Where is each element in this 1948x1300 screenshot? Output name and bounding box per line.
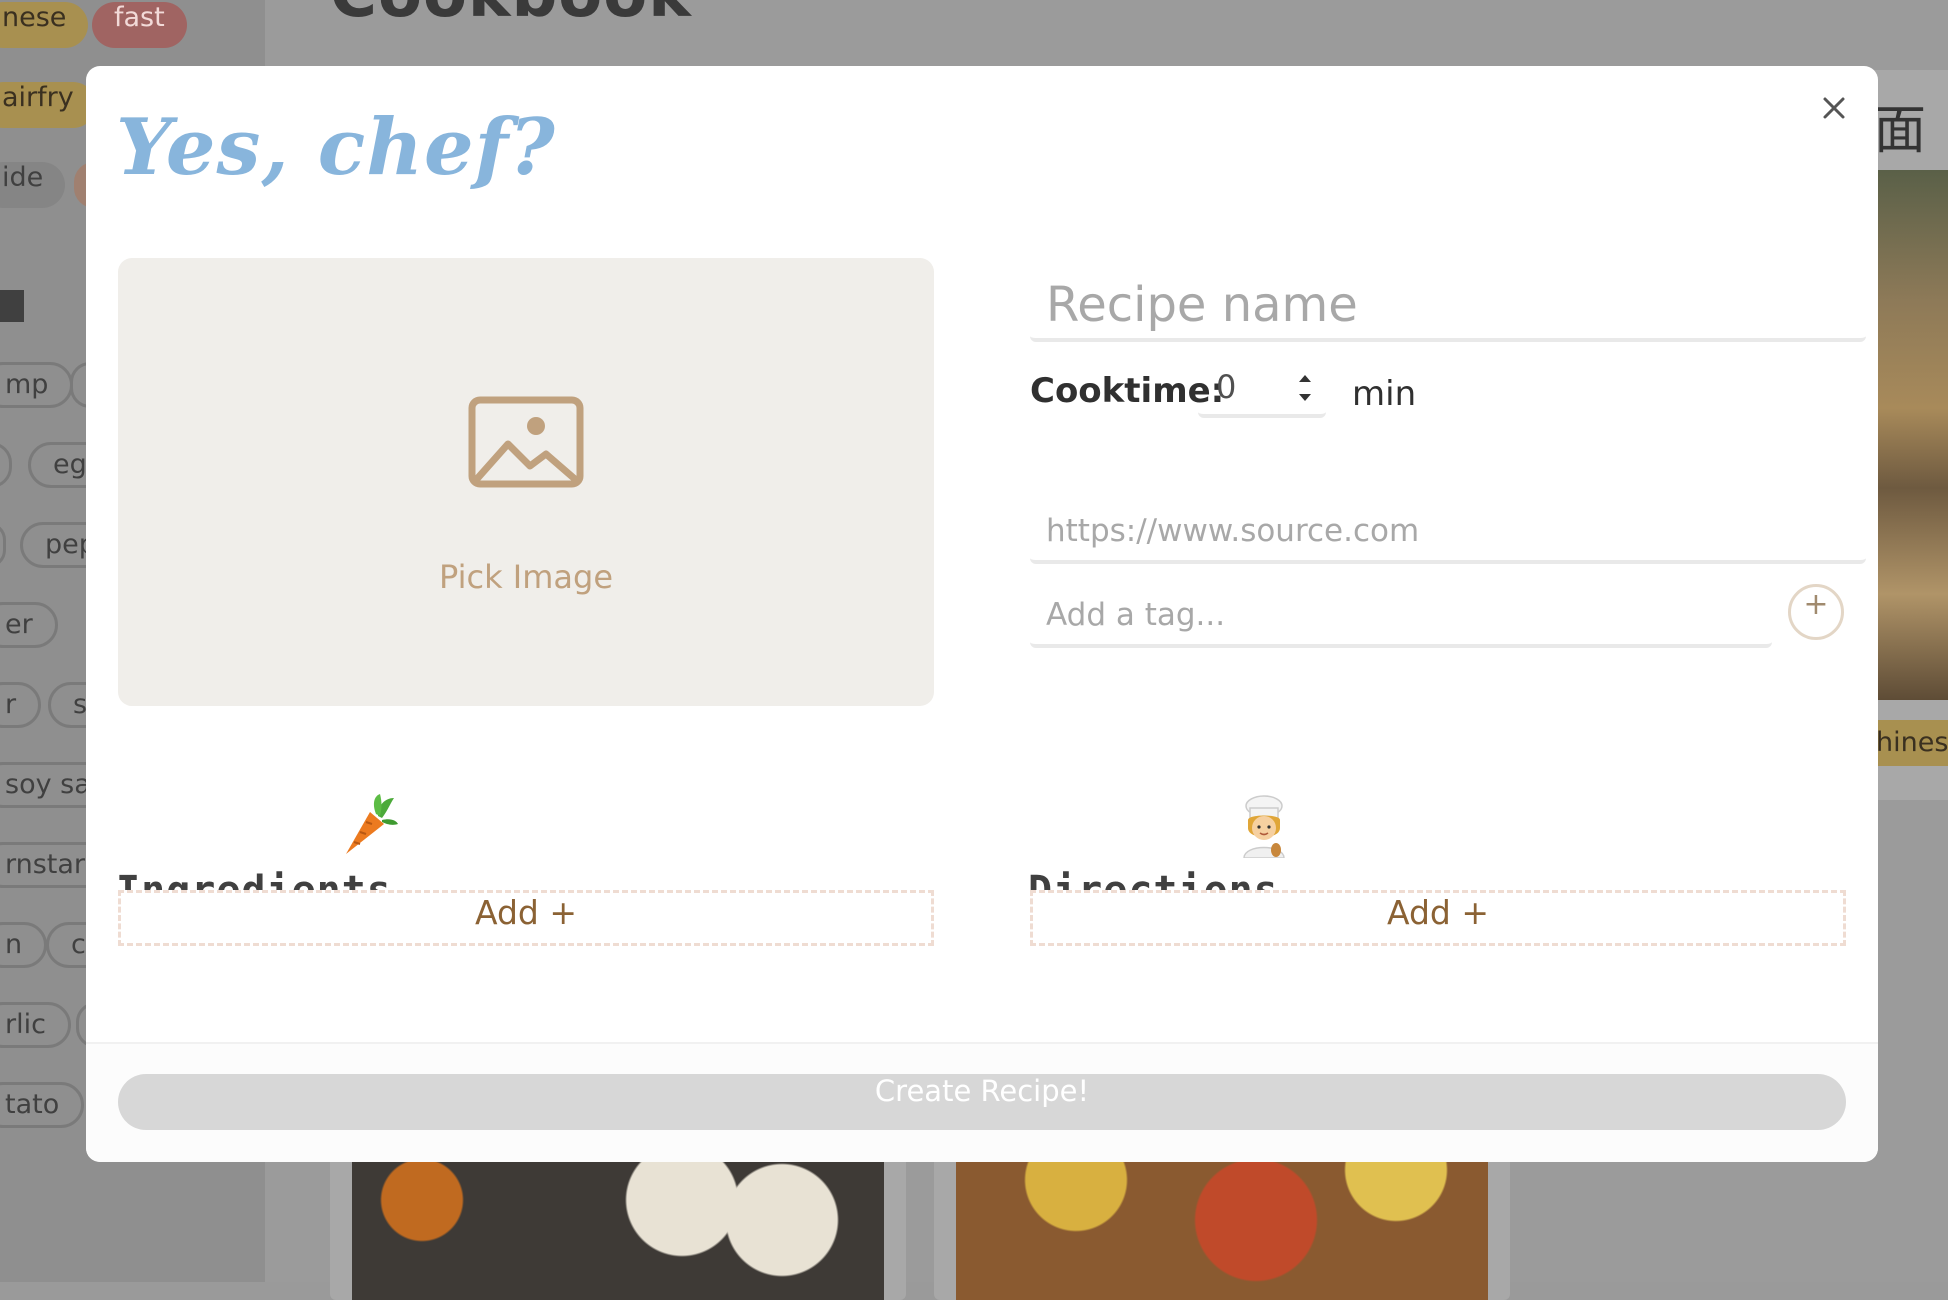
new-recipe-modal: Yes, chef? Pick Image Cooktime: 0 min + …	[86, 66, 1878, 1162]
tag-input[interactable]	[1030, 586, 1772, 648]
tag-pill[interactable]: nese	[0, 2, 89, 48]
tag-pill-fast[interactable]: fast	[92, 2, 187, 48]
cooktime-label: Cooktime:	[1030, 371, 1225, 411]
cooktime-input[interactable]: 0	[1198, 364, 1326, 418]
cooktime-stepper[interactable]	[1292, 366, 1318, 410]
create-recipe-button[interactable]: Create Recipe!	[118, 1074, 1846, 1130]
ingredient-pill[interactable]: mp	[0, 362, 74, 408]
recipe-card[interactable]: 面包 hinese	[1870, 70, 1948, 800]
pick-image-label: Pick Image	[439, 558, 613, 596]
cooktime-value: 0	[1216, 368, 1237, 406]
recipe-card-photo	[1878, 170, 1948, 700]
image-picker[interactable]: Pick Image	[118, 258, 934, 706]
cooktime-unit: min	[1352, 374, 1417, 414]
background-page-title: Cookbook	[330, 0, 692, 32]
tag-pill[interactable]: ide	[0, 162, 66, 208]
image-icon	[468, 396, 584, 492]
add-ingredient-button[interactable]: Add +	[118, 890, 934, 946]
ingredient-pill[interactable]: tato	[0, 1082, 85, 1128]
modal-title: Yes, chef?	[116, 102, 556, 193]
source-url-input[interactable]	[1030, 502, 1866, 564]
close-icon[interactable]	[1816, 90, 1852, 126]
recipe-card-tag[interactable]: hinese	[1870, 720, 1948, 766]
sidebar-heading	[0, 290, 24, 322]
ingredient-pill[interactable]: n	[0, 922, 48, 968]
ingredient-pill[interactable]: er	[0, 602, 58, 648]
chef-icon	[1234, 794, 1294, 862]
tag-pill[interactable]: airfry	[0, 82, 96, 128]
carrot-icon	[338, 794, 398, 862]
add-tag-button[interactable]: +	[1788, 584, 1844, 640]
recipe-name-input[interactable]	[1030, 272, 1866, 342]
add-direction-button[interactable]: Add +	[1030, 890, 1846, 946]
ingredient-pill[interactable]: rlic	[0, 1002, 71, 1048]
